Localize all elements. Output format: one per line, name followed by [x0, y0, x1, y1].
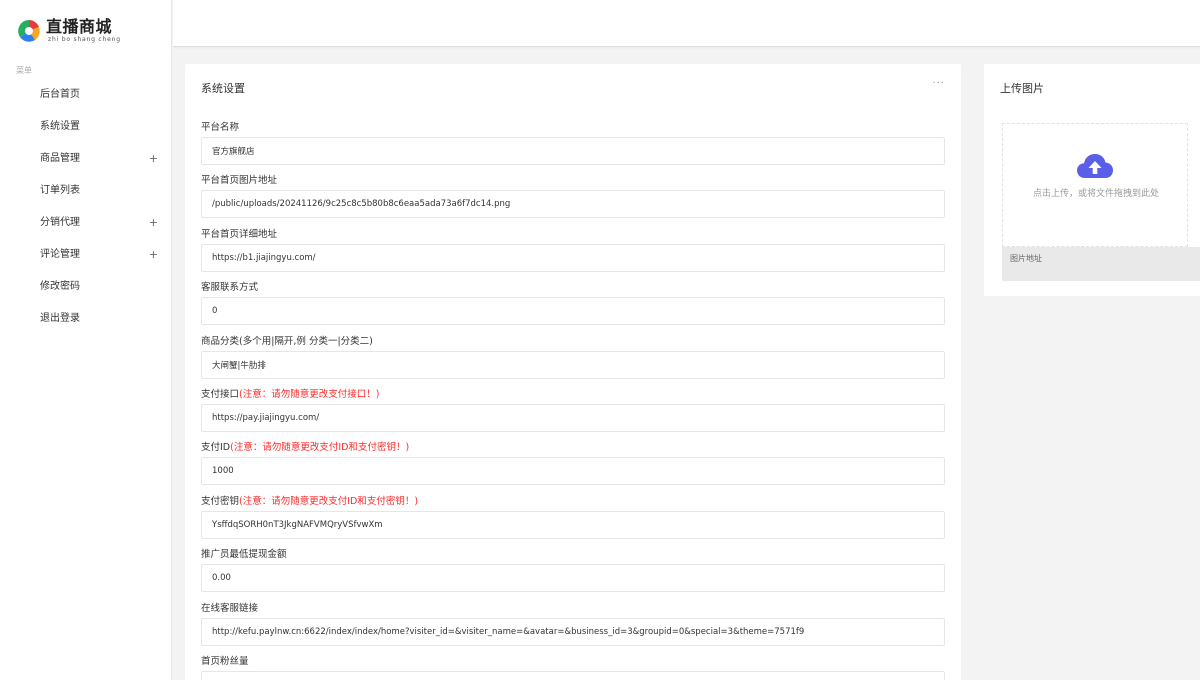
top-bar	[173, 0, 1200, 47]
sidebar-item-dashboard[interactable]: 后台首页	[0, 79, 172, 111]
brand-logo[interactable]: 直播商城 zhi bo shang cheng	[16, 14, 121, 48]
upload-image-card: 上传图片 点击上传，或将文件拖拽到此处 图片地址	[984, 64, 1200, 296]
payment-api-input[interactable]	[201, 403, 945, 432]
field-label: 客服联系方式	[201, 282, 259, 294]
field-label: 在线客服链接	[201, 602, 259, 614]
field-home-image-url: 平台首页图片地址	[201, 174, 945, 227]
more-options-icon[interactable]: ···	[932, 78, 945, 89]
field-product-categories: 商品分类(多个用|隔开,例 分类一|分类二)	[201, 335, 945, 388]
field-payment-key: 支付密钥(注意：请勿随意更改支付ID和支付密钥！)	[201, 495, 945, 548]
sidebar-menu: 后台首页 系统设置 商品管理 + 订单列表 分销代理 + 评论管理 + 修改密码 退出…	[0, 79, 172, 335]
field-label: 首页粉丝量	[201, 655, 249, 667]
home-detail-url-input[interactable]	[201, 243, 945, 272]
card-title: 系统设置	[201, 82, 245, 95]
payment-key-input[interactable]	[201, 510, 945, 539]
brand-name-pinyin: zhi bo shang cheng	[48, 36, 121, 43]
online-service-link-input[interactable]	[201, 617, 945, 646]
sidebar-item-product-management[interactable]: 商品管理 +	[0, 143, 172, 175]
sidebar-item-comments[interactable]: 评论管理 +	[0, 239, 172, 271]
sidebar-item-distribution[interactable]: 分销代理 +	[0, 207, 172, 239]
field-payment-id: 支付ID(注意：请勿随意更改支付ID和支付密钥！)	[201, 441, 945, 494]
settings-form: 平台名称 平台首页图片地址 平台首页详细地址 客服联系方式 商品分类(多个用|隔…	[201, 121, 945, 680]
sidebar-item-change-password[interactable]: 修改密码	[0, 271, 172, 303]
field-home-fans-count: 首页粉丝量	[201, 655, 945, 680]
upload-hint: 点击上传，或将文件拖拽到此处	[1032, 189, 1159, 199]
field-online-service-link: 在线客服链接	[201, 602, 945, 655]
sidebar: 直播商城 zhi bo shang cheng 菜单 后台首页 系统设置 商品管…	[0, 0, 172, 680]
home-image-url-input[interactable]	[201, 190, 945, 219]
expand-plus-icon[interactable]: +	[149, 239, 158, 271]
upload-title: 上传图片	[1000, 82, 1044, 95]
expand-plus-icon[interactable]: +	[149, 143, 158, 175]
field-label: 平台首页图片地址	[201, 175, 278, 187]
payment-id-input[interactable]	[201, 457, 945, 486]
image-address-field[interactable]: 图片地址	[1002, 247, 1200, 281]
field-min-withdrawal: 推广员最低提现金额	[201, 548, 945, 601]
field-customer-service-contact: 客服联系方式	[201, 281, 945, 334]
sidebar-item-system-settings[interactable]: 系统设置	[0, 111, 172, 143]
cloud-upload-icon	[1077, 154, 1113, 178]
sidebar-item-label: 修改密码	[40, 281, 80, 292]
home-fans-count-input[interactable]	[201, 670, 945, 680]
field-label: 支付接口(注意：请勿随意更改支付接口！)	[201, 388, 380, 400]
field-label: 支付密钥(注意：请勿随意更改支付ID和支付密钥！)	[201, 495, 419, 507]
menu-caption: 菜单	[16, 66, 32, 75]
field-label: 商品分类(多个用|隔开,例 分类一|分类二)	[201, 335, 373, 347]
sidebar-item-label: 商品管理	[40, 153, 80, 164]
logo-icon	[18, 20, 40, 42]
warning-text: (注意：请勿随意更改支付ID和支付密钥！)	[230, 442, 410, 454]
sidebar-item-label: 评论管理	[40, 249, 80, 260]
brand-name: 直播商城	[46, 17, 113, 36]
warning-text: (注意：请勿随意更改支付ID和支付密钥！)	[239, 495, 419, 507]
field-platform-name: 平台名称	[201, 121, 945, 174]
field-label: 推广员最低提现金额	[201, 549, 287, 561]
expand-plus-icon[interactable]: +	[149, 207, 158, 239]
system-settings-card: 系统设置 ··· 平台名称 平台首页图片地址 平台首页详细地址 客服联系方式 商…	[185, 64, 961, 680]
field-label: 平台名称	[201, 122, 240, 133]
sidebar-item-label: 后台首页	[40, 89, 80, 100]
platform-name-input[interactable]	[201, 137, 945, 165]
warning-text: (注意：请勿随意更改支付接口！)	[239, 388, 380, 400]
sidebar-item-label: 分销代理	[40, 217, 80, 228]
min-withdrawal-input[interactable]	[201, 564, 945, 593]
field-payment-api: 支付接口(注意：请勿随意更改支付接口！)	[201, 388, 945, 441]
sidebar-item-order-list[interactable]: 订单列表	[0, 175, 172, 207]
field-home-detail-url: 平台首页详细地址	[201, 228, 945, 281]
product-categories-input[interactable]	[201, 350, 945, 379]
customer-service-contact-input[interactable]	[201, 297, 945, 326]
sidebar-item-label: 系统设置	[40, 121, 80, 132]
field-label: 支付ID(注意：请勿随意更改支付ID和支付密钥！)	[201, 442, 410, 454]
field-label: 平台首页详细地址	[201, 228, 278, 240]
sidebar-item-logout[interactable]: 退出登录	[0, 303, 172, 335]
sidebar-item-label: 退出登录	[40, 313, 80, 324]
sidebar-item-label: 订单列表	[40, 185, 80, 196]
upload-dropzone[interactable]: 点击上传，或将文件拖拽到此处	[1002, 123, 1188, 247]
